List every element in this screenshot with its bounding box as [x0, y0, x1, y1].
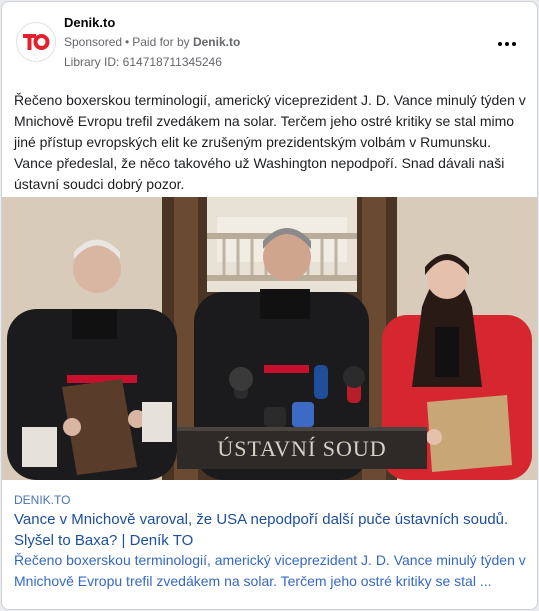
- podium-sign-text: ÚSTAVNÍ SOUD: [217, 436, 386, 461]
- link-preview[interactable]: DENIK.TO Vance v Mnichově varoval, že US…: [2, 480, 537, 609]
- denik-to-logo: TO: [18, 24, 54, 60]
- post-image[interactable]: ÚSTAVNÍ SOUD: [2, 197, 537, 480]
- logo-text: TO: [36, 58, 38, 60]
- post-header: TO Denik.to Sponsored • Paid for by Denik.…: [2, 2, 537, 78]
- post-body-text: Řečeno boxerskou terminologií, americký …: [14, 92, 526, 192]
- paid-for-by-name[interactable]: Denik.to: [193, 35, 240, 49]
- link-title[interactable]: Vance v Mnichově varoval, že USA nepodpo…: [14, 509, 514, 551]
- ad-post-card: TO Denik.to Sponsored • Paid for by Denik.…: [1, 1, 538, 610]
- meta-separator: •: [125, 35, 130, 49]
- page-name[interactable]: Denik.to: [64, 15, 115, 30]
- ad-meta: Sponsored • Paid for by Denik.to: [64, 35, 240, 49]
- more-horizontal-icon: [497, 33, 518, 51]
- press-conference-photo: ÚSTAVNÍ SOUD: [2, 197, 537, 480]
- sponsored-label: Sponsored: [64, 35, 123, 49]
- paid-for-by-label: Paid for by: [132, 35, 190, 49]
- more-options-button[interactable]: [492, 30, 522, 54]
- library-id: Library ID: 614718711345246: [64, 55, 222, 69]
- link-domain: DENIK.TO: [14, 493, 71, 507]
- link-description: Řečeno boxerskou terminologií, americký …: [14, 552, 526, 589]
- page-avatar[interactable]: TO: [16, 22, 56, 62]
